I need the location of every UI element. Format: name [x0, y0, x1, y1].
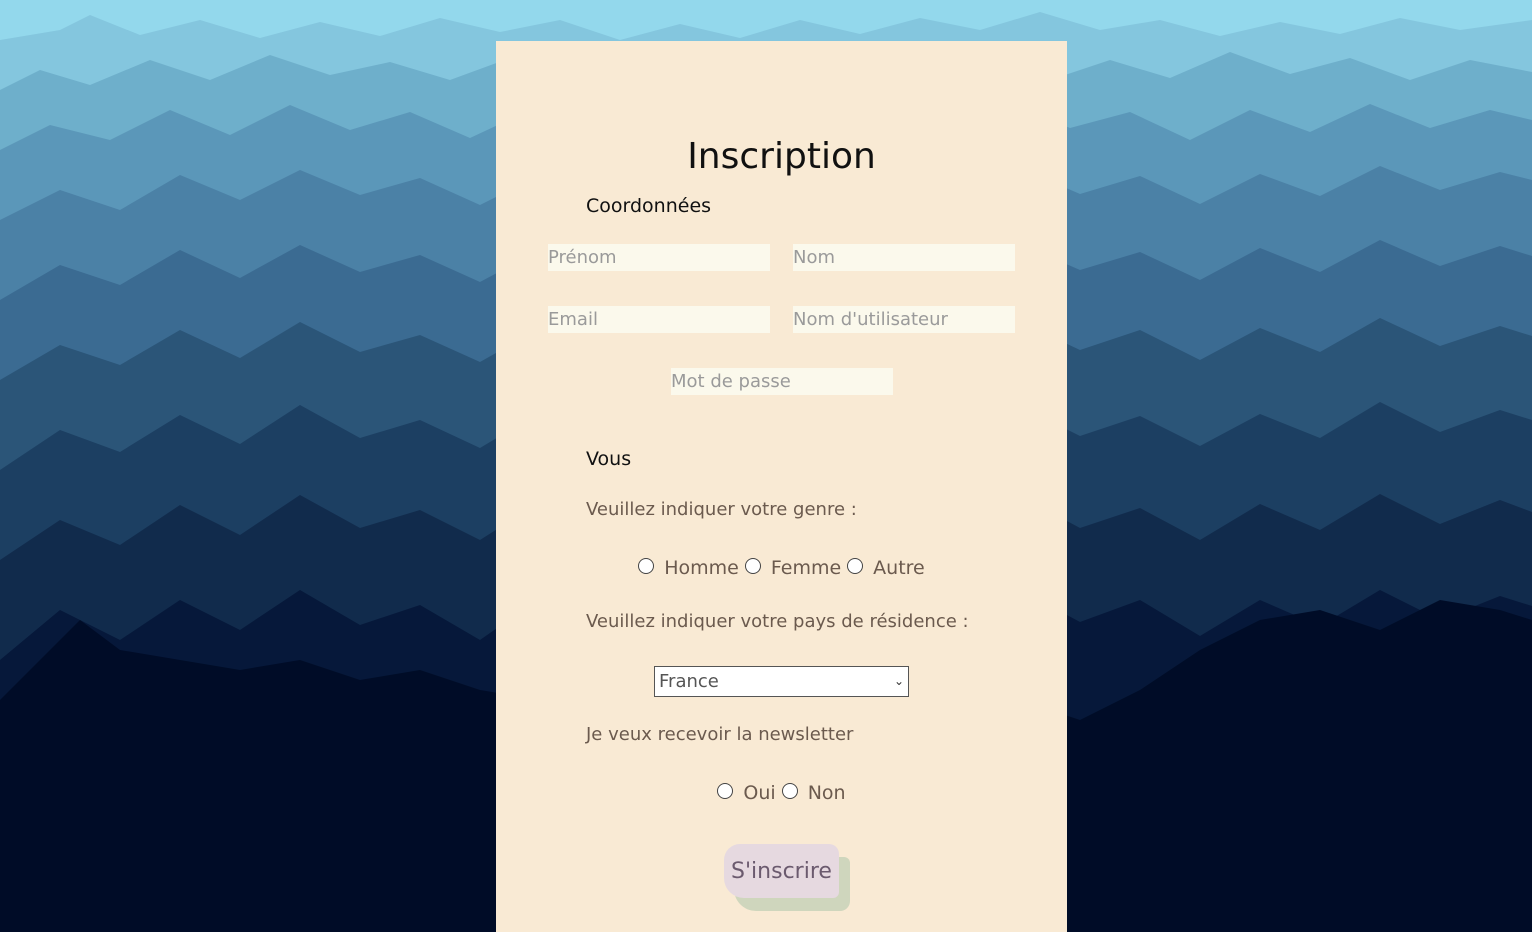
radio-option-autre[interactable]: Autre: [847, 557, 925, 579]
genre-prompt: Veuillez indiquer votre genre :: [586, 499, 857, 520]
radio-label: Non: [807, 782, 846, 804]
username-input[interactable]: [793, 306, 1015, 333]
radio-circle[interactable]: [847, 558, 864, 574]
radio-option-homme[interactable]: Homme: [638, 557, 739, 579]
radio-circle[interactable]: [717, 783, 734, 799]
radio-option-non[interactable]: Non: [781, 782, 846, 804]
submit-button[interactable]: S'inscrire: [724, 844, 839, 898]
password-input[interactable]: [671, 368, 893, 395]
section-title-vous: Vous: [586, 448, 632, 470]
submit-area: S'inscrire: [724, 844, 854, 912]
email-input[interactable]: [548, 306, 770, 333]
radio-option-oui[interactable]: Oui: [717, 782, 776, 804]
radio-label: Homme: [664, 557, 739, 579]
radio-label: Oui: [743, 782, 776, 804]
signup-card: Inscription Coordonnées Vous Veuillez in…: [496, 41, 1067, 932]
prenom-input[interactable]: [548, 244, 770, 271]
page-title: Inscription: [687, 136, 876, 177]
radio-option-femme[interactable]: Femme: [744, 557, 842, 579]
radio-circle[interactable]: [744, 558, 761, 574]
radio-circle[interactable]: [638, 558, 655, 574]
nom-input[interactable]: [793, 244, 1015, 271]
genre-radio-group: Homme Femme Autre: [496, 557, 1067, 579]
pays-prompt: Veuillez indiquer votre pays de résidenc…: [586, 611, 969, 632]
radio-circle[interactable]: [781, 783, 798, 799]
radio-label: Femme: [770, 557, 842, 579]
section-title-coordonnees: Coordonnées: [586, 195, 712, 217]
pays-selected-value: France: [659, 671, 719, 692]
newsletter-prompt: Je veux recevoir la newsletter: [586, 724, 854, 745]
radio-label: Autre: [873, 557, 925, 579]
chevron-down-icon: ⌄: [893, 674, 904, 688]
newsletter-radio-group: Oui Non: [496, 782, 1067, 804]
pays-select[interactable]: France ⌄: [654, 666, 909, 697]
